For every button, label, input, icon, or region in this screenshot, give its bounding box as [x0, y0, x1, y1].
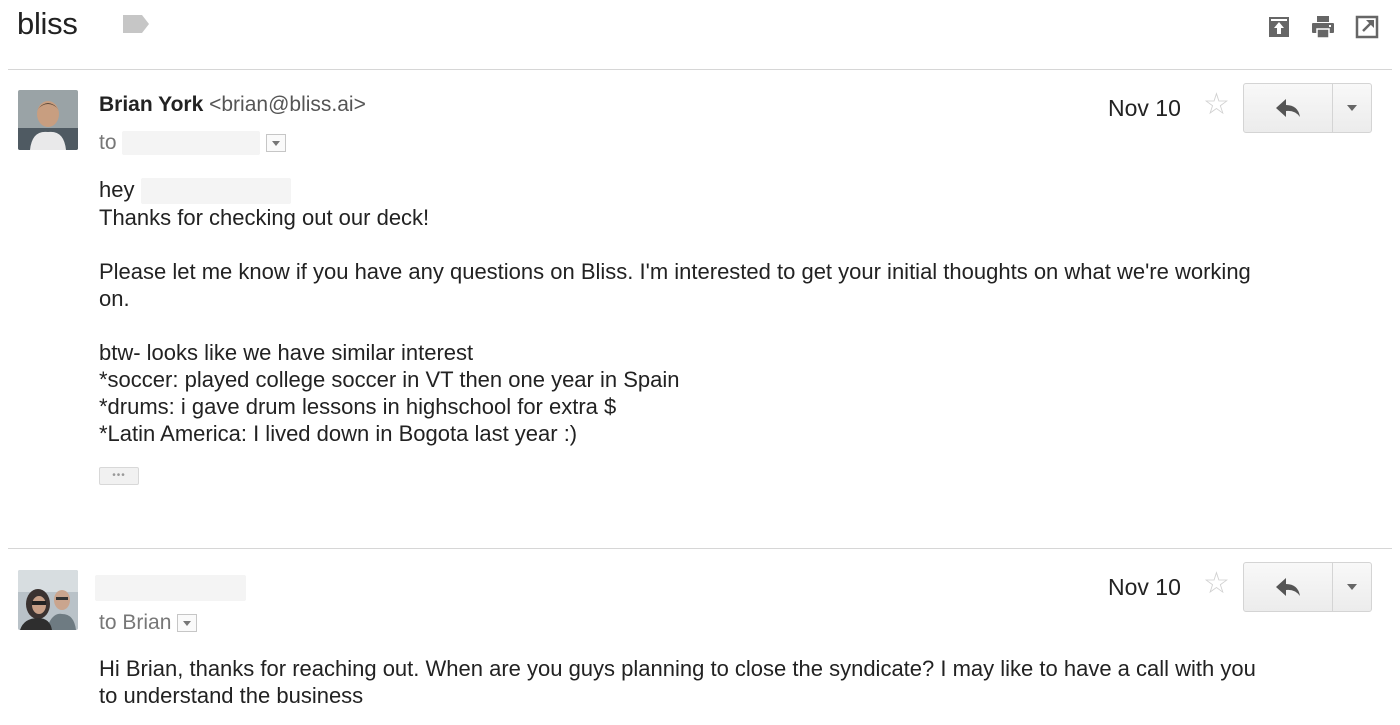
- sender-email: <brian@bliss.ai>: [209, 93, 366, 116]
- redacted-name: [140, 178, 291, 205]
- recipient-line: to Brian: [99, 611, 198, 635]
- message-body: hey Thanks for checking out our deck! Pl…: [99, 176, 1359, 447]
- reply-button-group: [1243, 562, 1372, 612]
- body-line: Hi Brian, thanks for reaching out. When …: [99, 656, 1256, 681]
- details-dropdown-icon[interactable]: [266, 134, 287, 153]
- message-date: Nov 10: [1108, 574, 1181, 600]
- sender-line: Brian York <brian@bliss.ai>: [99, 93, 366, 117]
- body-line: *Latin America: I lived down in Bogota l…: [99, 421, 578, 447]
- body-line: *drums: i gave drum lessons in highschoo…: [99, 394, 617, 420]
- reply-icon: [1276, 578, 1300, 596]
- more-actions-button[interactable]: [1333, 563, 1371, 611]
- message-divider: [8, 548, 1392, 549]
- reply-icon: [1276, 99, 1300, 117]
- show-trimmed-content-button[interactable]: •••: [99, 467, 139, 485]
- details-dropdown-icon[interactable]: [177, 614, 198, 633]
- chevron-down-icon: [1347, 584, 1357, 590]
- message-date: Nov 10: [1108, 95, 1181, 121]
- to-recipient: to Brian: [99, 611, 172, 634]
- to-prefix: to: [99, 131, 117, 154]
- sender-avatar: [18, 570, 78, 630]
- star-icon[interactable]: ☆: [1203, 90, 1230, 120]
- greeting-text: hey: [99, 177, 135, 202]
- label-icon[interactable]: [122, 14, 150, 34]
- new-window-icon[interactable]: [1354, 14, 1380, 40]
- more-actions-button[interactable]: [1333, 84, 1371, 132]
- body-line: to understand the business: [99, 683, 364, 708]
- body-line: [99, 312, 1359, 339]
- body-line: on.: [99, 286, 130, 312]
- chevron-down-icon: [1347, 105, 1357, 111]
- reply-button-group: [1243, 83, 1372, 133]
- sender-name[interactable]: Brian York: [99, 93, 203, 116]
- sender-avatar: [18, 90, 78, 150]
- body-line: *soccer: played college soccer in VT the…: [99, 367, 680, 393]
- reply-button[interactable]: [1244, 563, 1333, 611]
- header-divider: [8, 69, 1392, 70]
- body-line: [99, 231, 1359, 258]
- print-icon[interactable]: [1310, 14, 1336, 40]
- body-line: btw- looks like we have similar interest: [99, 340, 474, 366]
- redacted-recipient: [122, 131, 261, 156]
- move-to-inbox-icon[interactable]: [1266, 14, 1292, 40]
- recipient-line: to: [99, 131, 287, 156]
- thread-subject: bliss: [17, 6, 78, 41]
- reply-button[interactable]: [1244, 84, 1333, 132]
- body-line: Please let me know if you have any quest…: [99, 259, 1251, 285]
- message-body: Hi Brian, thanks for reaching out. When …: [99, 655, 1379, 709]
- redacted-sender-name: [95, 575, 246, 601]
- body-line: Thanks for checking out our deck!: [99, 205, 430, 231]
- star-icon[interactable]: ☆: [1203, 569, 1230, 599]
